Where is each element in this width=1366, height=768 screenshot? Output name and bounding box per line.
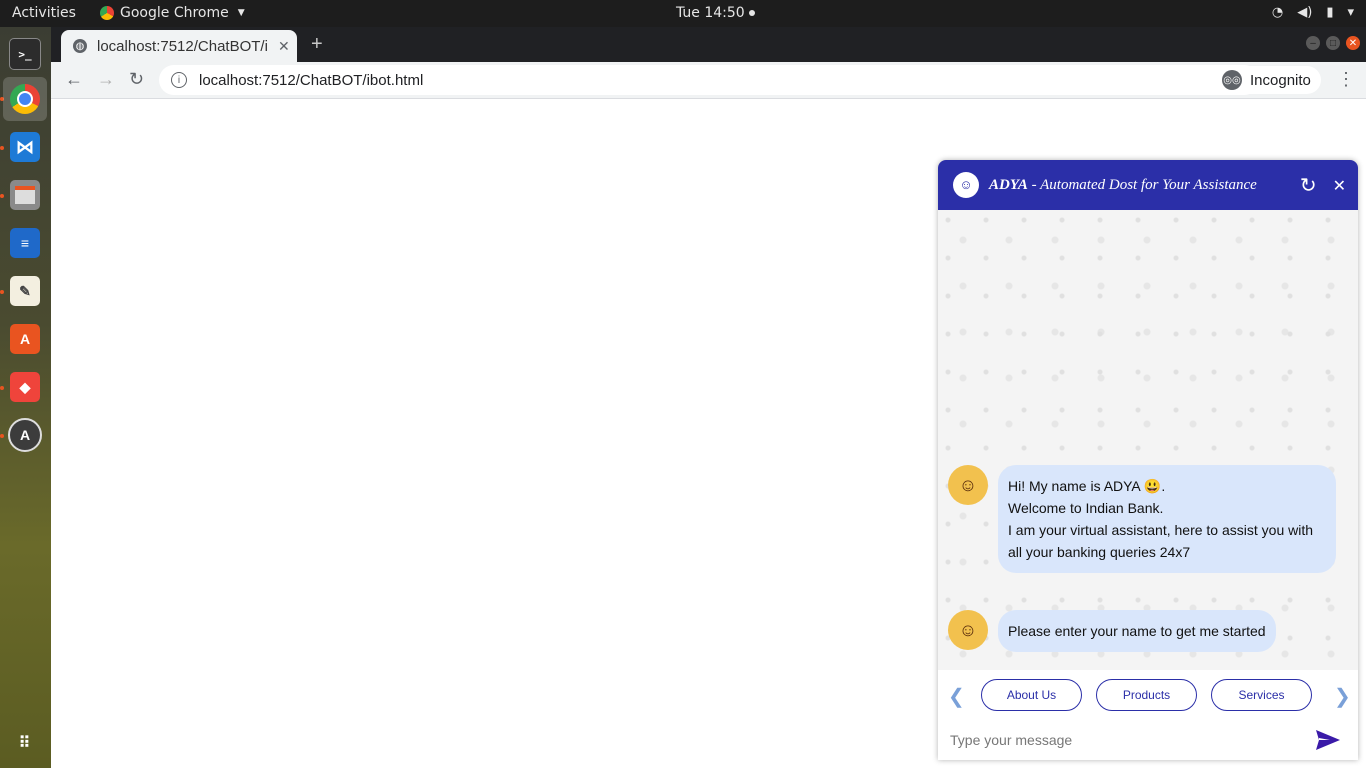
quick-replies: ❮ About Us Products Services ❯ (938, 670, 1358, 720)
dock-writer[interactable]: ≡ (3, 221, 47, 265)
reload-button[interactable]: ↻ (129, 69, 144, 90)
chevron-down-icon: ▾ (1347, 5, 1354, 20)
dock-text-editor[interactable]: ✎ (3, 269, 47, 313)
quick-reply-about-us[interactable]: About Us (981, 679, 1082, 711)
browser-toolbar: ← → ↻ i localhost:7512/ChatBOT/ibot.html… (51, 62, 1366, 99)
terminal-icon: >_ (9, 38, 41, 70)
message-bubble: Please enter your name to get me started (998, 610, 1276, 652)
system-tray[interactable]: ◔ ◀) ▮ ▾ (1272, 5, 1354, 20)
chat-messages[interactable]: ☺ Hi! My name is ADYA 😃. Welcome to Indi… (938, 210, 1358, 670)
dock: >_ ⋈ ≡ ✎ A ◆ A ⠿ (0, 27, 51, 768)
clock[interactable]: Tue 14:50 (676, 5, 755, 21)
activities-button[interactable]: Activities (12, 5, 76, 21)
clock-text: Tue 14:50 (676, 5, 745, 21)
refresh-icon[interactable]: ↻ (1300, 173, 1317, 197)
minimize-button[interactable]: – (1306, 36, 1320, 50)
text-editor-icon: ✎ (10, 276, 40, 306)
browser-tab[interactable]: ◍ localhost:7512/ChatBOT/i ✕ (61, 30, 297, 62)
bot-message: ☺ Please enter your name to get me start… (948, 610, 1276, 652)
chat-header: ☺ ADYA - Automated Dost for Your Assista… (938, 160, 1358, 210)
battery-icon: ▮ (1326, 5, 1334, 20)
incognito-icon: ◎◎ (1222, 70, 1242, 90)
browser-tab-bar: ◍ localhost:7512/ChatBOT/i ✕ + – □ ✕ (51, 27, 1366, 62)
incognito-label: Incognito (1250, 71, 1311, 89)
bot-avatar-icon: ☺ (948, 465, 988, 505)
message-line: Hi! My name is ADYA 😃. (1008, 478, 1166, 494)
url-text: localhost:7512/ChatBOT/ibot.html (199, 71, 424, 89)
quick-reply-products[interactable]: Products (1096, 679, 1197, 711)
files-icon (10, 180, 40, 210)
message-line: Welcome to Indian Bank. (1008, 500, 1164, 516)
browser-menu-icon[interactable]: ⋮ (1337, 69, 1355, 90)
chat-widget: ☺ ADYA - Automated Dost for Your Assista… (938, 160, 1358, 760)
dock-software-center[interactable]: A (3, 317, 47, 361)
dock-chrome[interactable] (3, 77, 47, 121)
close-tab-icon[interactable]: ✕ (278, 38, 290, 55)
dock-terminal[interactable]: >_ (3, 32, 47, 76)
close-icon[interactable]: ✕ (1333, 176, 1346, 195)
send-icon[interactable] (1316, 730, 1340, 750)
chat-title: ADYA - Automated Dost for Your Assistanc… (989, 177, 1257, 194)
dock-anydesk[interactable]: ◆ (3, 365, 47, 409)
app-name: Google Chrome (120, 5, 229, 21)
anydesk-icon: ◆ (10, 372, 40, 402)
bot-subtitle: - Automated Dost for Your Assistance (1027, 176, 1257, 193)
dock-show-apps[interactable]: ⠿ (3, 721, 47, 765)
bot-message: ☺ Hi! My name is ADYA 😃. Welcome to Indi… (948, 465, 1336, 573)
dock-software-updater[interactable]: A (3, 413, 47, 457)
chrome-icon (10, 84, 40, 114)
dock-files[interactable] (3, 173, 47, 217)
message-input[interactable] (948, 731, 1292, 749)
address-bar[interactable]: i localhost:7512/ChatBOT/ibot.html ☆ (159, 65, 1259, 95)
chevron-right-icon[interactable]: ❯ (1334, 684, 1351, 709)
bot-name: ADYA (989, 176, 1028, 193)
app-grid-icon: ⠿ (18, 735, 32, 752)
running-indicator (0, 386, 4, 390)
system-top-bar: Activities Google Chrome ▼ Tue 14:50 ◔ ◀… (0, 0, 1366, 27)
message-line: I am your virtual assistant, here to ass… (1008, 522, 1314, 560)
chevron-down-icon: ▼ (237, 8, 245, 18)
volume-icon: ◀) (1297, 5, 1313, 20)
close-window-button[interactable]: ✕ (1346, 36, 1360, 50)
maximize-button[interactable]: □ (1326, 36, 1340, 50)
quick-reply-services[interactable]: Services (1211, 679, 1312, 711)
writer-icon: ≡ (10, 228, 40, 258)
message-line: Please enter your name to get me started (1008, 623, 1266, 639)
chrome-small-icon (100, 6, 114, 20)
incognito-indicator[interactable]: ◎◎ Incognito (1218, 66, 1321, 94)
software-center-icon: A (10, 324, 40, 354)
software-updater-icon: A (8, 418, 42, 452)
bot-avatar-icon: ☺ (953, 172, 979, 198)
tab-title: localhost:7512/ChatBOT/i (97, 37, 268, 55)
dock-vscode[interactable]: ⋈ (3, 125, 47, 169)
notification-dot (748, 10, 755, 16)
new-tab-button[interactable]: + (311, 33, 323, 56)
running-indicator (0, 434, 4, 438)
wifi-icon: ◔ (1271, 5, 1284, 20)
vscode-icon: ⋈ (10, 132, 40, 162)
message-bubble: Hi! My name is ADYA 😃. Welcome to Indian… (998, 465, 1336, 573)
globe-icon: ◍ (73, 39, 87, 53)
running-indicator (0, 290, 4, 294)
app-menu[interactable]: Google Chrome ▼ (100, 5, 245, 21)
bot-avatar-icon: ☺ (948, 610, 988, 650)
back-button[interactable]: ← (65, 69, 83, 90)
chat-input-row (938, 720, 1358, 760)
info-icon[interactable]: i (171, 72, 187, 88)
forward-button[interactable]: → (97, 69, 115, 90)
chevron-left-icon[interactable]: ❮ (948, 684, 965, 709)
